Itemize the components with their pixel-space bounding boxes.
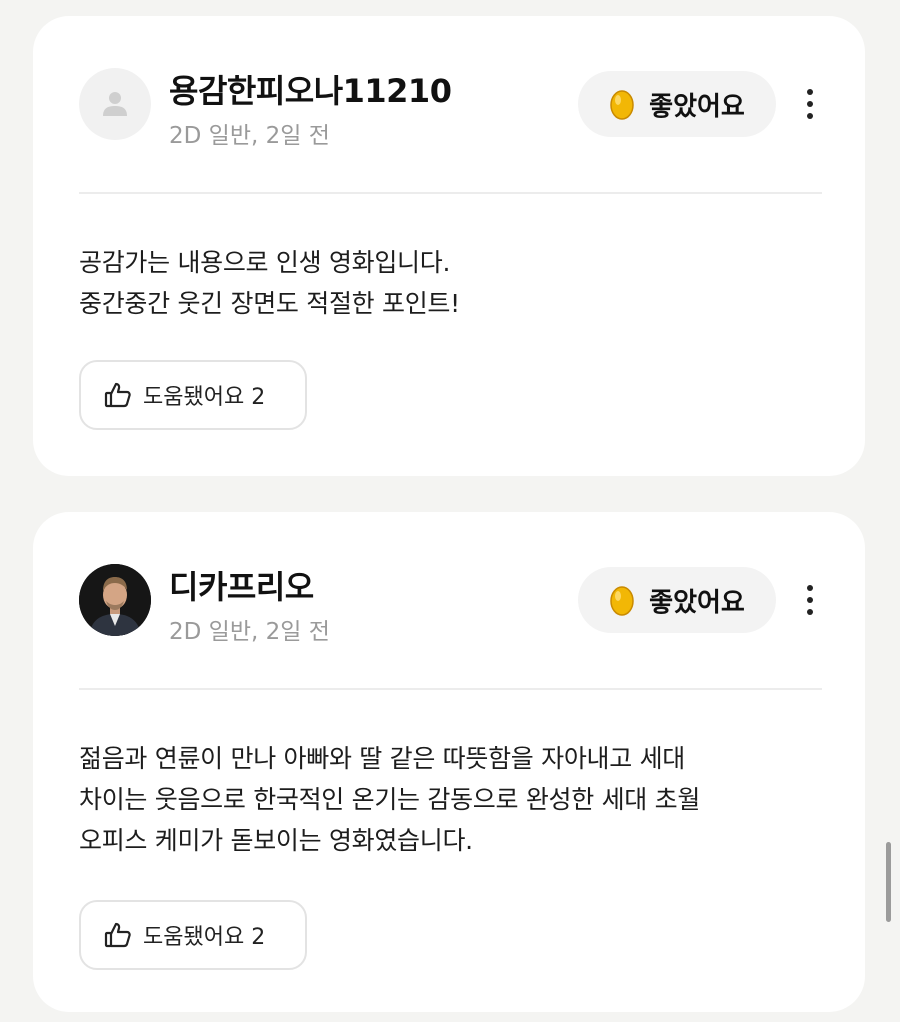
username[interactable]: 디카프리오 (169, 562, 314, 608)
review-line: 오피스 케미가 돋보이는 영화였습니다. (79, 826, 473, 855)
helpful-label: 도움됐어요 2 (143, 385, 266, 410)
more-options-button[interactable] (793, 80, 827, 128)
review-meta: 2D 일반, 2일 전 (169, 123, 330, 149)
more-dot-icon (807, 609, 813, 615)
avatar[interactable] (79, 68, 151, 140)
divider (79, 688, 822, 690)
more-dot-icon (807, 597, 813, 603)
avatar[interactable] (79, 564, 151, 636)
review-text: 공감가는 내용으로 인생 영화입니다. 중간중간 웃긴 장면도 적절한 포인트! (79, 242, 839, 324)
profile-photo (79, 564, 151, 636)
divider (79, 192, 822, 194)
scrollbar[interactable] (886, 842, 891, 922)
username[interactable]: 용감한피오나11210 (169, 66, 452, 112)
golden-egg-icon (610, 586, 634, 616)
golden-egg-icon (610, 90, 634, 120)
default-user-icon (103, 92, 127, 116)
review-text: 젊음과 연륜이 만나 아빠와 딸 같은 따뜻함을 자아내고 세대 차이는 웃음으… (79, 738, 839, 861)
more-dot-icon (807, 113, 813, 119)
review-meta: 2D 일반, 2일 전 (169, 619, 330, 645)
helpful-button[interactable]: 도움됐어요 2 (79, 360, 307, 430)
rating-badge: 좋았어요 (578, 567, 776, 633)
thumbs-up-icon (104, 382, 131, 408)
more-dot-icon (807, 89, 813, 95)
review-line: 중간중간 웃긴 장면도 적절한 포인트! (79, 289, 460, 318)
review-line: 젊음과 연륜이 만나 아빠와 딸 같은 따뜻함을 자아내고 세대 (79, 744, 685, 773)
rating-badge: 좋았어요 (578, 71, 776, 137)
helpful-label: 도움됐어요 2 (143, 925, 266, 950)
review-card: 디카프리오 2D 일반, 2일 전 좋았어요 젊음과 연륜이 만나 아빠와 딸 … (33, 512, 865, 1012)
thumbs-up-icon (104, 922, 131, 948)
review-line: 차이는 웃음으로 한국적인 온기는 감동으로 완성한 세대 초월 (79, 785, 701, 814)
review-card: 용감한피오나11210 2D 일반, 2일 전 좋았어요 공감가는 내용으로 인… (33, 16, 865, 476)
helpful-button[interactable]: 도움됐어요 2 (79, 900, 307, 970)
more-options-button[interactable] (793, 576, 827, 624)
more-dot-icon (807, 585, 813, 591)
rating-label: 좋았어요 (649, 91, 745, 122)
more-dot-icon (807, 101, 813, 107)
rating-label: 좋았어요 (649, 587, 745, 618)
review-line: 공감가는 내용으로 인생 영화입니다. (79, 248, 451, 277)
